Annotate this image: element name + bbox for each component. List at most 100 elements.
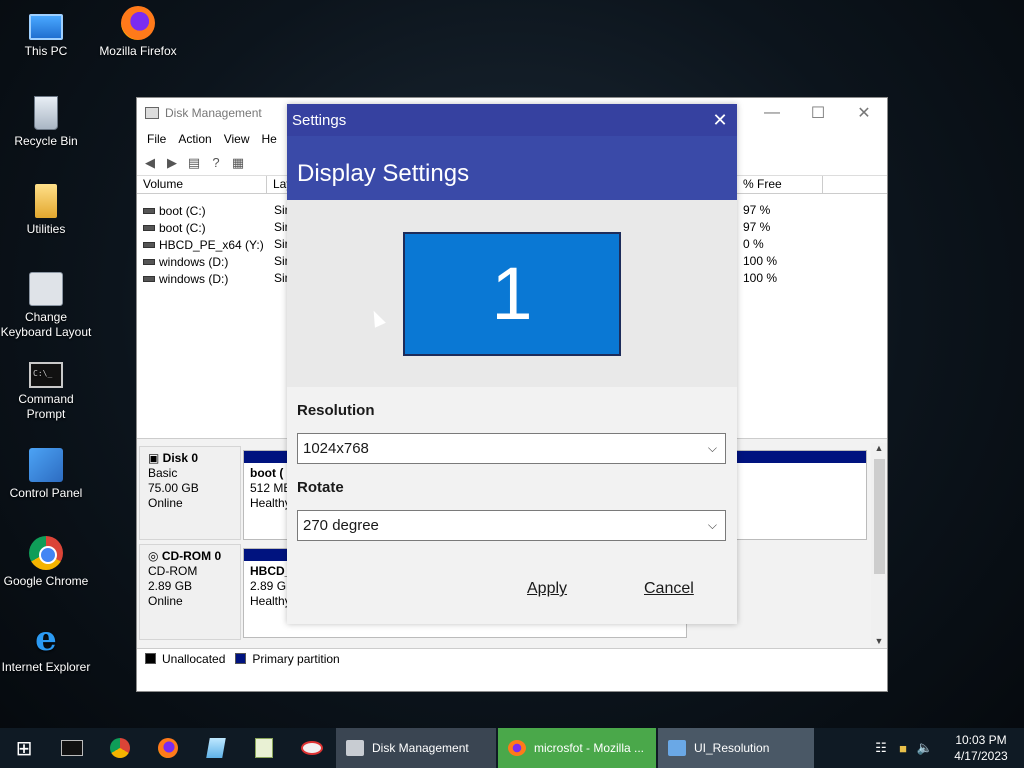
desktop-icon-utilities[interactable]: Utilities bbox=[0, 184, 92, 237]
disk-type: CD-ROM bbox=[148, 564, 198, 578]
volume-row[interactable]: HBCD_PE_x64 (Y:) bbox=[143, 236, 264, 253]
cd-drive-icon: ◎ bbox=[148, 549, 162, 563]
drive-icon bbox=[143, 207, 155, 214]
desktop-icon-label: Internet Explorer bbox=[1, 660, 91, 674]
firefox-icon bbox=[158, 738, 178, 758]
scrollbar-thumb[interactable] bbox=[874, 459, 885, 574]
legend-primary-partition: Primary partition bbox=[252, 651, 340, 666]
volume-name: HBCD_PE_x64 (Y:) bbox=[159, 237, 264, 252]
monitor-tile[interactable]: 1 bbox=[403, 232, 621, 356]
cancel-button[interactable]: Cancel bbox=[644, 580, 694, 598]
menu-view[interactable]: View bbox=[218, 132, 256, 146]
volume-muted-icon[interactable]: 🔈 bbox=[914, 740, 936, 756]
drive-icon bbox=[143, 224, 155, 231]
column-free-percent[interactable]: % Free bbox=[737, 176, 823, 193]
legend-unallocated: Unallocated bbox=[162, 651, 226, 666]
monitor-preview-area: 1 bbox=[287, 200, 737, 387]
drive-icon bbox=[143, 275, 155, 282]
disk-name: Disk 0 bbox=[162, 451, 199, 465]
volume-free-percent: 97 % bbox=[743, 203, 771, 217]
desktop-icon-control-panel[interactable]: Control Panel bbox=[0, 448, 92, 501]
taskbar-task-disk-management[interactable]: Disk Management bbox=[336, 728, 496, 768]
rotate-dropdown[interactable]: 270 degree ⌵ bbox=[297, 510, 726, 541]
volume-name: boot (C:) bbox=[159, 220, 206, 235]
properties-icon[interactable]: ▦ bbox=[229, 155, 247, 171]
windows-logo-icon: ⊞ bbox=[15, 737, 33, 760]
desktop-icon-firefox[interactable]: Mozilla Firefox bbox=[92, 6, 184, 59]
taskbar-editor[interactable] bbox=[240, 728, 288, 768]
close-button[interactable]: ✕ bbox=[841, 98, 887, 128]
disk-management-icon bbox=[346, 740, 364, 756]
chrome-icon bbox=[110, 738, 130, 758]
taskbar-firefox[interactable] bbox=[144, 728, 192, 768]
disk-status: Online bbox=[148, 496, 183, 510]
folder-icon bbox=[35, 184, 57, 218]
clock[interactable]: 10:03 PM 4/17/2023 bbox=[946, 732, 1016, 764]
scroll-down-icon[interactable]: ▼ bbox=[871, 636, 887, 646]
menu-file[interactable]: File bbox=[141, 132, 172, 146]
control-panel-icon bbox=[29, 448, 63, 482]
dialog-titlebar[interactable]: Settings ✕ bbox=[287, 104, 737, 136]
maximize-button[interactable]: ☐ bbox=[795, 98, 841, 128]
clock-time: 10:03 PM bbox=[955, 733, 1007, 747]
volume-free-percent: 97 % bbox=[743, 220, 771, 234]
menu-action[interactable]: Action bbox=[172, 132, 217, 146]
cdrom-0-label[interactable]: ◎ CD-ROM 0 CD-ROM 2.89 GB Online bbox=[139, 544, 241, 640]
close-icon[interactable]: ✕ bbox=[707, 107, 733, 133]
desktop-icon-label: Change Keyboard Layout bbox=[0, 310, 92, 339]
menu-help[interactable]: He bbox=[256, 132, 283, 146]
disk-name: CD-ROM 0 bbox=[161, 549, 222, 563]
scroll-up-icon[interactable]: ▲ bbox=[871, 443, 887, 453]
column-volume[interactable]: Volume bbox=[137, 176, 267, 193]
taskbar-paint[interactable] bbox=[288, 728, 336, 768]
paint-icon bbox=[301, 741, 323, 755]
show-hide-console-icon[interactable]: ▤ bbox=[185, 155, 203, 171]
firefox-icon bbox=[121, 6, 155, 40]
taskbar: ⊞ Disk Management microsfot - Mozilla ..… bbox=[0, 728, 1024, 768]
volume-row[interactable]: windows (D:) bbox=[143, 270, 228, 287]
keyboard-icon bbox=[29, 272, 63, 306]
dialog-title: Settings bbox=[292, 111, 347, 129]
start-button[interactable]: ⊞ bbox=[0, 728, 48, 768]
vertical-scrollbar[interactable]: ▲ ▼ bbox=[871, 443, 887, 646]
rotate-label: Rotate bbox=[297, 479, 344, 496]
apply-button[interactable]: Apply bbox=[527, 580, 567, 598]
command-prompt-icon: C:\_ bbox=[29, 362, 63, 388]
desktop-icon-recycle-bin[interactable]: Recycle Bin bbox=[0, 96, 92, 149]
editor-icon bbox=[255, 738, 273, 758]
taskbar-notepad[interactable] bbox=[192, 728, 240, 768]
forward-icon[interactable]: ▶ bbox=[163, 155, 181, 171]
help-icon[interactable]: ? bbox=[207, 155, 225, 171]
volume-row[interactable]: windows (D:) bbox=[143, 253, 228, 270]
unallocated-swatch bbox=[145, 653, 156, 664]
settings-dialog[interactable]: Settings ✕ Display Settings 1 Resolution… bbox=[287, 104, 737, 624]
taskbar-task-firefox[interactable]: microsfot - Mozilla ... bbox=[498, 728, 656, 768]
desktop-icon-chrome[interactable]: Google Chrome bbox=[0, 536, 92, 589]
resolution-value: 1024x768 bbox=[303, 440, 369, 457]
volume-row[interactable]: boot (C:) bbox=[143, 202, 206, 219]
resolution-dropdown[interactable]: 1024x768 ⌵ bbox=[297, 433, 726, 464]
command-prompt-icon bbox=[61, 740, 83, 756]
desktop-icon-this-pc[interactable]: This PC bbox=[0, 8, 92, 59]
taskbar-chrome[interactable] bbox=[96, 728, 144, 768]
this-pc-icon bbox=[29, 14, 63, 40]
network-icon[interactable]: ☷ bbox=[870, 740, 892, 756]
desktop-icon-command-prompt[interactable]: C:\_ Command Prompt bbox=[0, 356, 92, 422]
volume-free-percent: 0 % bbox=[743, 237, 764, 251]
task-label: Disk Management bbox=[372, 741, 469, 755]
volume-free-percent: 100 % bbox=[743, 254, 778, 268]
dialog-header: Display Settings bbox=[287, 136, 737, 200]
desktop-icon-internet-explorer[interactable]: e Internet Explorer bbox=[0, 622, 92, 675]
back-icon[interactable]: ◀ bbox=[141, 155, 159, 171]
volume-row[interactable]: boot (C:) bbox=[143, 219, 206, 236]
display-color-icon[interactable]: ■ bbox=[892, 741, 914, 756]
cd-drive-icon bbox=[143, 241, 155, 248]
desktop-icon-keyboard-layout[interactable]: Change Keyboard Layout bbox=[0, 272, 92, 340]
primary-partition-swatch bbox=[235, 653, 247, 664]
chrome-icon bbox=[29, 536, 63, 570]
resolution-label: Resolution bbox=[297, 402, 375, 419]
taskbar-command-prompt[interactable] bbox=[48, 728, 96, 768]
minimize-button[interactable]: — bbox=[749, 98, 795, 128]
disk-0-label[interactable]: ▣ Disk 0 Basic 75.00 GB Online bbox=[139, 446, 241, 540]
taskbar-task-ui-resolution[interactable]: UI_Resolution bbox=[658, 728, 814, 768]
